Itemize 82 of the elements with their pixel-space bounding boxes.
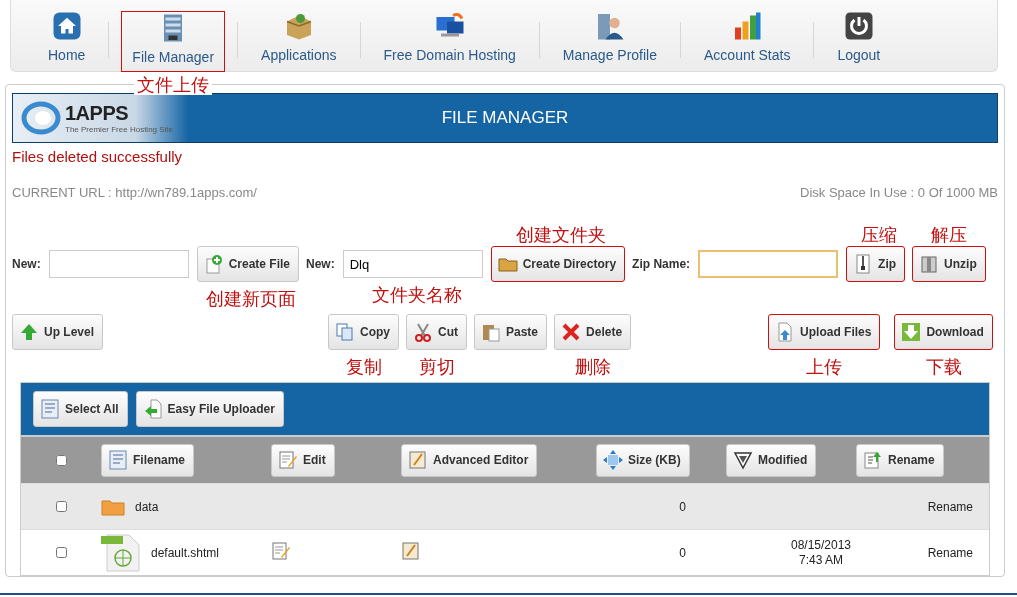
four-arrows-icon [603, 450, 623, 470]
add-document-icon [203, 254, 224, 274]
edit-icon [271, 541, 291, 561]
current-url: CURRENT URL : http://wn789.1apps.com/ [12, 185, 257, 200]
copy-icon [335, 322, 355, 342]
file-name[interactable]: default.shtml [151, 545, 220, 560]
toolbar-button[interactable]: Create File [196, 246, 300, 282]
annotation-label: 上传 [806, 358, 843, 376]
toolbar-button[interactable]: Zip [846, 246, 906, 282]
file-name[interactable]: data [135, 499, 159, 514]
logo-swirl-icon [21, 100, 61, 136]
list-document-icon [108, 450, 128, 470]
annotation-label: 下载 [925, 358, 962, 376]
field-label: Zip Name: [632, 257, 691, 271]
column-header[interactable]: Rename [856, 443, 944, 477]
nav-item[interactable]: Logout [814, 9, 904, 70]
nav-item[interactable]: Free Domain Hosting [360, 9, 539, 70]
rename-link[interactable]: Rename [927, 499, 973, 514]
action-button[interactable]: Delete [554, 314, 632, 350]
toolbar-button[interactable]: Easy File Uploader [135, 391, 284, 427]
logo-text: 1APPS [65, 102, 130, 125]
file-size: 0 [678, 499, 687, 514]
nav-item[interactable]: Applications [238, 9, 360, 70]
archive-icon [919, 254, 940, 274]
row-checkbox[interactable] [55, 547, 67, 558]
notepad-pencil-icon [401, 541, 421, 561]
logo-tagline: The Premier Free Hosting Site [65, 125, 174, 134]
input-field[interactable] [48, 250, 189, 278]
status-message: Files deleted successfully [12, 148, 184, 165]
field-label: New: [306, 257, 335, 271]
annotation-label: 解压 [930, 226, 967, 244]
column-header[interactable]: Edit [271, 443, 335, 477]
html-file-icon [101, 533, 141, 572]
page-title: FILE MANAGER [440, 108, 570, 128]
download-icon [901, 322, 922, 342]
disk-space: Disk Space In Use : 0 Of 1000 MB [800, 185, 998, 200]
field-label: New: [12, 257, 41, 271]
annotation-label: 删除 [574, 358, 611, 376]
column-header[interactable]: Size (KB) [596, 443, 690, 477]
input-field[interactable]: Dlq [342, 250, 483, 278]
annotation-label: 剪切 [418, 358, 455, 376]
notepad-pencil-icon [408, 450, 428, 470]
action-button[interactable]: Up Level [12, 314, 103, 350]
nav-item[interactable]: Home [25, 9, 109, 70]
modified-date: 08/15/2013 7:43 AM [790, 537, 852, 567]
action-button[interactable]: Upload Files [768, 314, 881, 350]
scissors-icon [413, 322, 433, 342]
action-button[interactable]: Copy [328, 314, 399, 350]
nav-item[interactable]: Manage Profile [539, 9, 680, 70]
house-icon [51, 10, 82, 41]
column-header[interactable]: Advanced Editor [401, 443, 538, 477]
toolbar-button[interactable]: Select All [33, 391, 128, 427]
nav-item[interactable]: Account Stats [681, 9, 814, 70]
action-button[interactable]: Download [894, 314, 993, 350]
folder-icon [101, 497, 125, 516]
rename-icon [863, 450, 883, 470]
list-document-icon [40, 399, 60, 419]
annotation-label: 创建新页面 [206, 290, 297, 308]
annotation-label: 复制 [345, 358, 382, 376]
input-field[interactable] [698, 250, 839, 278]
annotation-label: 文件夹名称 [371, 286, 462, 304]
toolbar-button[interactable]: Create Directory [490, 246, 626, 282]
action-button[interactable]: Paste [474, 314, 548, 350]
annotation-label: 文件上传 [134, 75, 213, 95]
up-arrow-icon [19, 322, 39, 342]
column-header[interactable]: Modified [726, 443, 817, 477]
delete-icon [561, 322, 582, 342]
toolbar-button[interactable]: Unzip [912, 246, 986, 282]
column-header[interactable]: Filename [101, 443, 195, 477]
clipboard-icon [481, 322, 501, 342]
select-all-checkbox[interactable] [55, 454, 67, 466]
file-size: 0 [678, 545, 687, 560]
badge-icon [733, 450, 753, 470]
edit-icon [278, 450, 298, 470]
bar-chart-icon [732, 10, 763, 41]
annotation-label: 创建文件夹 [516, 226, 607, 244]
row-checkbox[interactable] [55, 501, 67, 512]
rename-link[interactable]: Rename [927, 545, 973, 560]
action-button[interactable]: Cut [406, 314, 467, 350]
annotation-label: 压缩 [861, 226, 898, 244]
nav-item[interactable]: File Manager [121, 11, 226, 72]
power-icon [843, 10, 874, 41]
